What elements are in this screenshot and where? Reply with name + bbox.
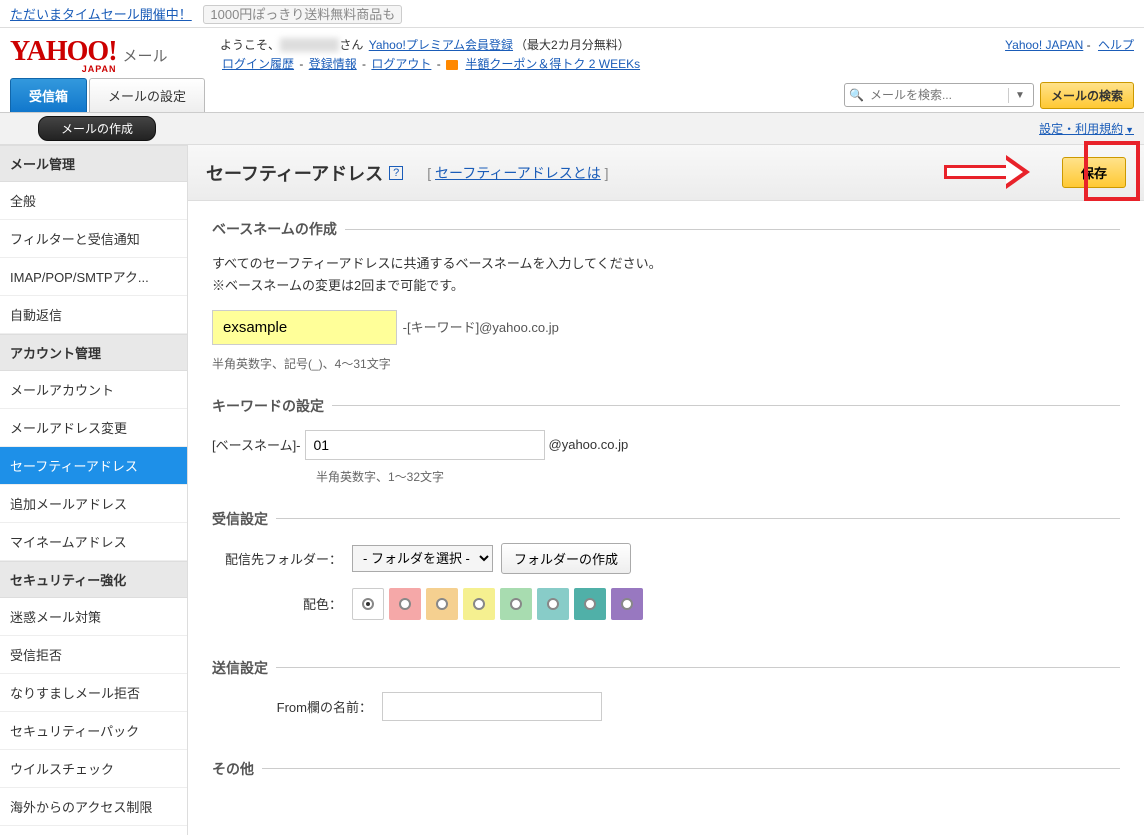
greeting: ようこそ、	[220, 38, 280, 52]
sidebar-header-mail: メール管理	[0, 145, 187, 182]
settings-terms-link[interactable]: 設定・利用規約▼	[1039, 120, 1134, 137]
color-palette	[352, 588, 643, 620]
header: YAHOO! JAPAN メール ようこそ、 さん Yahoo!プレミアム会員登…	[0, 28, 1144, 78]
keyword-suffix: @yahoo.co.jp	[549, 437, 629, 452]
cart-icon	[446, 60, 458, 70]
top-banner: ただいまタイムセール開催中！ 1000円ぽっきり送料無料商品も	[0, 0, 1144, 28]
keyword-prefix: [ベースネーム]-	[212, 435, 301, 454]
folder-label: 配信先フォルダー：	[212, 549, 352, 568]
color-option-none[interactable]	[352, 588, 384, 620]
sidebar-item-myname-address[interactable]: マイネームアドレス	[0, 523, 187, 561]
toolbar: 受信箱 メールの設定 🔍 ▼ メールの検索	[0, 78, 1144, 113]
sidebar-item-imap[interactable]: IMAP/POP/SMTPアク...	[0, 258, 187, 296]
color-option-yellow[interactable]	[463, 588, 495, 620]
sidebar-item-virus[interactable]: ウイルスチェック	[0, 750, 187, 788]
arrow-annotation	[944, 153, 1044, 189]
color-option-orange[interactable]	[426, 588, 458, 620]
sidebar-item-address-change[interactable]: メールアドレス変更	[0, 409, 187, 447]
sidebar-item-spoof[interactable]: なりすましメール拒否	[0, 674, 187, 712]
send-legend: 送信設定	[212, 658, 276, 678]
login-history-link[interactable]: ログイン履歴	[222, 57, 294, 71]
header-right: Yahoo! JAPAN - ヘルプ	[1001, 36, 1134, 53]
promo-badge[interactable]: 1000円ぽっきり送料無料商品も	[203, 5, 402, 24]
color-label: 配色：	[212, 594, 352, 613]
premium-note: （最大2カ月分無料）	[515, 38, 630, 52]
logout-link[interactable]: ログアウト	[371, 57, 431, 71]
sidebar-item-overseas[interactable]: 海外からのアクセス制限	[0, 788, 187, 826]
sidebar-item-block[interactable]: 受信拒否	[0, 636, 187, 674]
other-section: その他	[212, 759, 1120, 793]
search-dropdown-icon[interactable]: ▼	[1008, 88, 1031, 103]
receive-section: 受信設定 配信先フォルダー： - フォルダを選択 - フォルダーの作成 配色：	[212, 509, 1120, 634]
content-header: セーフティーアドレス ? [ セーフティーアドレスとは ] 保存	[188, 145, 1144, 201]
other-legend: その他	[212, 759, 262, 779]
basename-suffix: -[キーワード]@yahoo.co.jp	[403, 320, 559, 335]
tab-settings[interactable]: メールの設定	[89, 78, 205, 112]
from-input[interactable]	[382, 692, 602, 721]
sidebar-header-account: アカウント管理	[0, 334, 187, 371]
sidebar: メール管理 全般 フィルターと受信通知 IMAP/POP/SMTPアク... 自…	[0, 145, 188, 834]
username-blurred	[280, 38, 339, 52]
what-is-link-wrapper: [ セーフティーアドレスとは ]	[427, 163, 608, 183]
page-title: セーフティーアドレス	[206, 160, 383, 186]
coupon-link[interactable]: 半額クーポン＆得トク 2 WEEKs	[465, 57, 640, 71]
receive-legend: 受信設定	[212, 509, 276, 529]
folder-select[interactable]: - フォルダを選択 -	[352, 545, 493, 572]
color-option-purple[interactable]	[611, 588, 643, 620]
keyword-legend: キーワードの設定	[212, 396, 332, 416]
logo[interactable]: YAHOO! JAPAN メール	[10, 36, 220, 74]
main: メール管理 全般 フィルターと受信通知 IMAP/POP/SMTPアク... 自…	[0, 145, 1144, 834]
sidebar-item-spam[interactable]: 迷惑メール対策	[0, 598, 187, 636]
search-icon: 🔍	[845, 88, 868, 102]
sidebar-item-mailaccount[interactable]: メールアカウント	[0, 371, 187, 409]
basename-hint: 半角英数字、記号(_)、4～31文字	[212, 355, 1120, 372]
sidebar-item-safety-address[interactable]: セーフティーアドレス	[0, 447, 187, 485]
sidebar-header-security: セキュリティー強化	[0, 561, 187, 598]
premium-link[interactable]: Yahoo!プレミアム会員登録	[369, 38, 513, 52]
search-button[interactable]: メールの検索	[1040, 82, 1134, 109]
search-input[interactable]	[868, 84, 1008, 106]
basename-input[interactable]	[212, 310, 397, 345]
keyword-section: キーワードの設定 [ベースネーム]- @yahoo.co.jp 半角英数字、1～…	[212, 396, 1120, 485]
color-option-teal[interactable]	[537, 588, 569, 620]
sale-link[interactable]: ただいまタイムセール開催中！	[10, 7, 192, 22]
from-label: From欄の名前：	[212, 697, 382, 716]
subbar: メールの作成 設定・利用規約▼	[0, 113, 1144, 145]
compose-button[interactable]: メールの作成	[38, 116, 156, 141]
color-option-darkteal[interactable]	[574, 588, 606, 620]
save-button[interactable]: 保存	[1062, 157, 1126, 188]
content: セーフティーアドレス ? [ セーフティーアドレスとは ] 保存 ベースネームの…	[188, 145, 1144, 834]
tabs: 受信箱 メールの設定	[10, 78, 207, 112]
keyword-hint: 半角英数字、1～32文字	[316, 468, 1120, 485]
folder-create-button[interactable]: フォルダーの作成	[501, 543, 631, 574]
yahoo-japan-link[interactable]: Yahoo! JAPAN	[1005, 38, 1083, 52]
logo-service: メール	[123, 45, 168, 66]
color-option-red[interactable]	[389, 588, 421, 620]
user-suffix: さん	[339, 38, 363, 52]
sidebar-item-general[interactable]: 全般	[0, 182, 187, 220]
tab-inbox[interactable]: 受信箱	[10, 78, 87, 112]
help-link[interactable]: ヘルプ	[1098, 38, 1134, 52]
search-box: 🔍 ▼	[844, 83, 1034, 107]
form-area: ベースネームの作成 すべてのセーフティーアドレスに共通するベースネームを入力して…	[188, 201, 1144, 834]
sidebar-item-filter[interactable]: フィルターと受信通知	[0, 220, 187, 258]
color-option-green[interactable]	[500, 588, 532, 620]
basename-legend: ベースネームの作成	[212, 219, 345, 239]
logo-brand: YAHOO!	[10, 36, 117, 67]
what-is-link[interactable]: セーフティーアドレスとは	[435, 165, 601, 181]
sidebar-item-secpack[interactable]: セキュリティーパック	[0, 712, 187, 750]
reg-info-link[interactable]: 登録情報	[309, 57, 357, 71]
help-icon[interactable]: ?	[389, 166, 403, 180]
keyword-input[interactable]	[305, 430, 545, 460]
sidebar-item-additional-address[interactable]: 追加メールアドレス	[0, 485, 187, 523]
chevron-down-icon: ▼	[1125, 125, 1134, 135]
basename-section: ベースネームの作成 すべてのセーフティーアドレスに共通するベースネームを入力して…	[212, 219, 1120, 371]
send-section: 送信設定 From欄の名前：	[212, 658, 1120, 735]
basename-desc: すべてのセーフティーアドレスに共通するベースネームを入力してください。 ※ベース…	[212, 253, 1120, 297]
sidebar-item-autoreply[interactable]: 自動返信	[0, 296, 187, 334]
header-info: ようこそ、 さん Yahoo!プレミアム会員登録（最大2カ月分無料） ログイン履…	[220, 36, 1001, 74]
